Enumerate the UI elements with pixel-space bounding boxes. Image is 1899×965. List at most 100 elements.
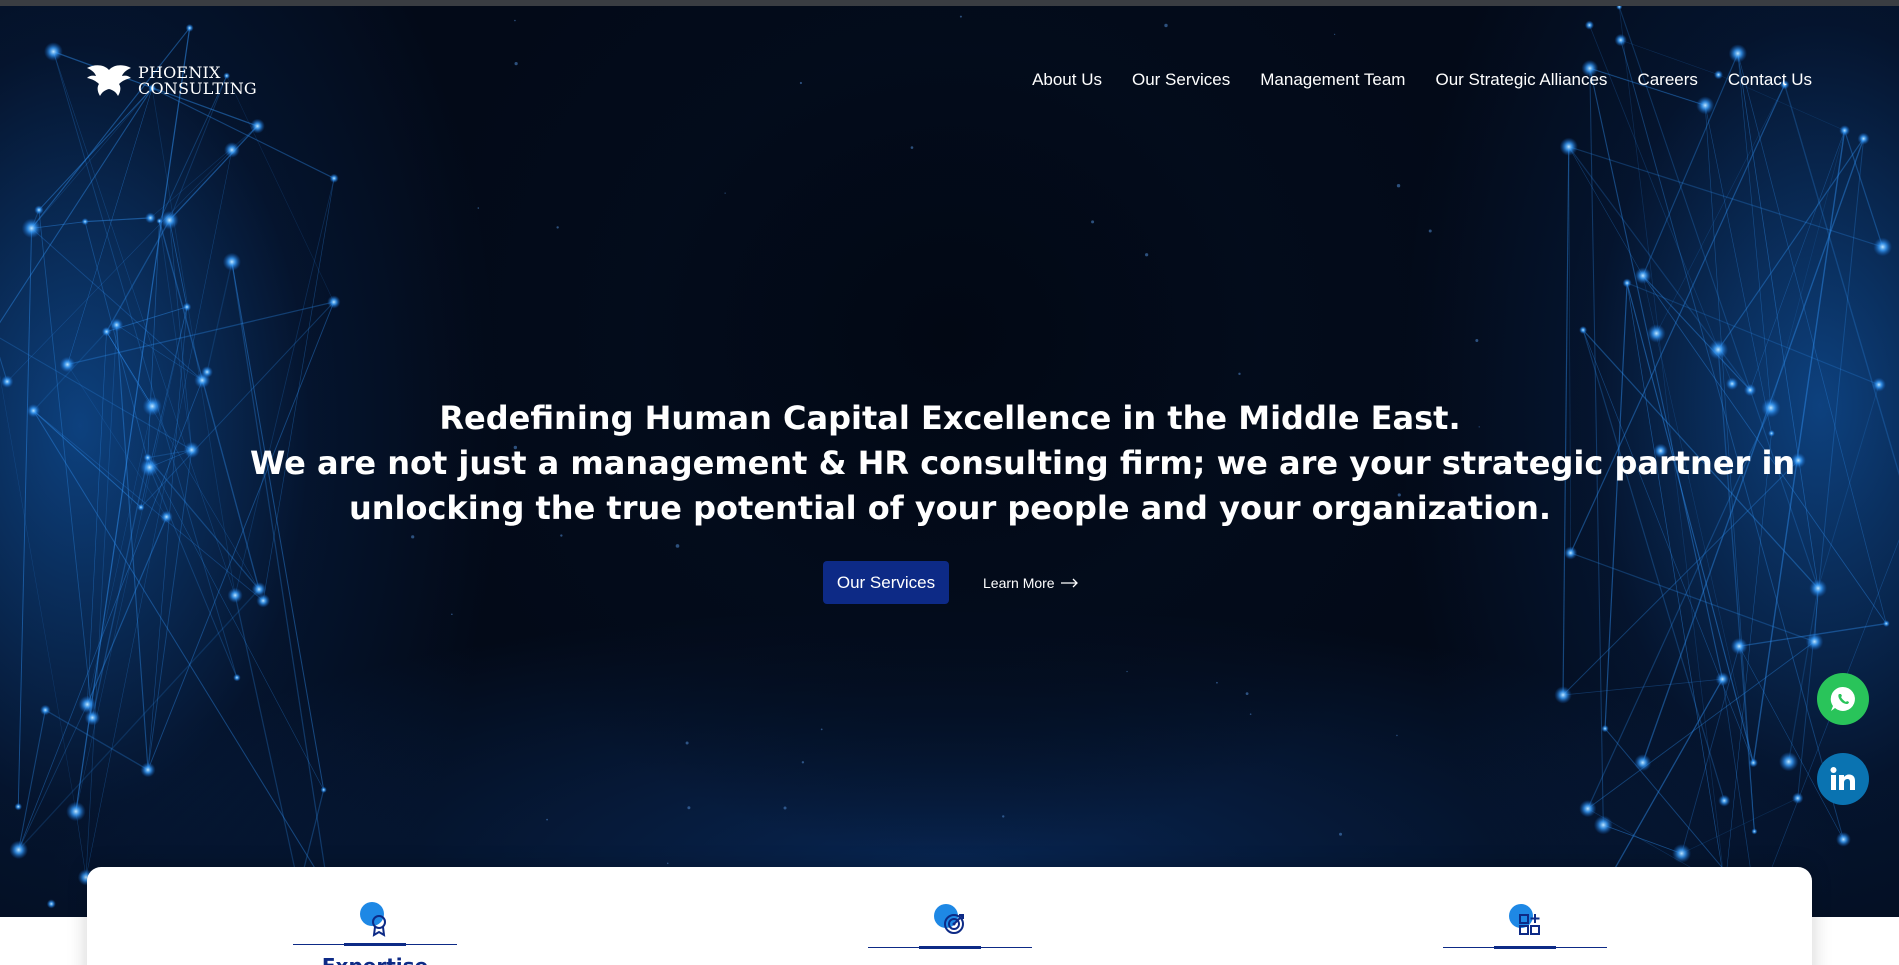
network-node xyxy=(1647,324,1666,343)
network-line xyxy=(1788,588,1819,762)
network-node xyxy=(233,673,241,682)
network-line xyxy=(206,261,233,373)
network-line xyxy=(33,410,142,508)
network-line xyxy=(234,178,335,596)
network-node xyxy=(1792,792,1804,804)
star-dot xyxy=(1126,670,1128,673)
brand-name: PHOENIX CONSULTING xyxy=(138,65,257,97)
network-node xyxy=(1718,794,1731,807)
whatsapp-button[interactable] xyxy=(1817,673,1869,725)
star-dot xyxy=(1249,713,1252,715)
nav-item-our-services[interactable]: Our Services xyxy=(1132,70,1230,90)
whatsapp-icon xyxy=(1830,686,1855,711)
network-node xyxy=(160,510,173,524)
star-dot xyxy=(1238,372,1241,376)
network-node xyxy=(1751,828,1758,835)
network-line xyxy=(87,331,107,705)
network-line xyxy=(1717,138,1865,350)
network-node xyxy=(1730,637,1748,655)
network-line xyxy=(1749,130,1845,391)
network-line xyxy=(85,149,233,878)
star-dot xyxy=(1091,220,1095,224)
nav-item-about-us[interactable]: About Us xyxy=(1032,70,1102,90)
nav-item-strategic-alliances[interactable]: Our Strategic Alliances xyxy=(1435,70,1607,90)
star-dot xyxy=(546,818,548,821)
our-services-button[interactable]: Our Services xyxy=(823,561,949,604)
star-dot xyxy=(1428,229,1432,233)
network-line xyxy=(231,261,329,890)
network-node xyxy=(201,366,213,378)
star-dot xyxy=(560,534,563,537)
learn-more-link[interactable]: Learn More xyxy=(983,575,1079,591)
network-line xyxy=(6,149,233,382)
network-node xyxy=(44,42,63,62)
star-dot xyxy=(514,19,516,22)
network-node xyxy=(46,899,56,909)
network-line xyxy=(75,811,87,878)
star-dot xyxy=(724,192,726,194)
network-node xyxy=(1564,546,1578,560)
network-node xyxy=(250,118,265,134)
nav-item-management-team[interactable]: Management Team xyxy=(1260,70,1405,90)
network-node xyxy=(143,453,153,462)
arrow-right-icon xyxy=(1060,578,1078,587)
network-line xyxy=(31,227,203,381)
logo[interactable]: PHOENIX CONSULTING xyxy=(86,62,257,100)
network-node xyxy=(66,801,86,822)
network-node xyxy=(137,503,145,512)
network-node xyxy=(21,218,42,239)
network-line xyxy=(147,301,335,770)
star-dot xyxy=(514,62,518,66)
network-node xyxy=(224,142,240,158)
network-line xyxy=(18,709,46,850)
network-node xyxy=(185,23,194,32)
network-line xyxy=(150,125,258,219)
star-dot xyxy=(799,81,803,85)
network-node xyxy=(1767,429,1775,437)
nav-item-contact-us[interactable]: Contact Us xyxy=(1728,70,1812,90)
network-line xyxy=(75,27,191,812)
network-line xyxy=(87,406,153,705)
network-node xyxy=(1805,632,1824,651)
network-node xyxy=(1778,751,1799,772)
network-node xyxy=(1725,377,1739,391)
network-node xyxy=(1882,620,1890,628)
hero-actions: Our Services Learn More xyxy=(823,561,1079,604)
hero-line-1: Redefining Human Capital Excellence in t… xyxy=(439,399,1461,437)
network-node xyxy=(227,587,243,603)
star-dot xyxy=(411,535,415,539)
features-card: Expertise xyxy=(87,867,1812,965)
network-node xyxy=(1672,843,1692,863)
linkedin-icon xyxy=(1830,767,1855,790)
network-node xyxy=(144,212,156,224)
apps-grid-plus-icon xyxy=(1509,904,1540,935)
network-line xyxy=(159,220,193,450)
network-line xyxy=(1603,824,1682,854)
network-line xyxy=(1642,275,1754,763)
learn-more-label: Learn More xyxy=(983,574,1055,591)
feature-title: Expertise xyxy=(293,954,457,965)
network-node xyxy=(0,375,14,388)
network-line xyxy=(149,467,238,678)
network-line xyxy=(17,228,33,807)
network-line xyxy=(1844,130,1884,248)
hero-line-2: We are not just a management & HR consul… xyxy=(250,444,1796,482)
star-dot xyxy=(783,806,787,810)
network-line xyxy=(38,87,153,211)
nav-item-careers[interactable]: Careers xyxy=(1637,70,1697,90)
network-node xyxy=(101,326,112,337)
network-node xyxy=(1584,20,1595,30)
linkedin-button[interactable] xyxy=(1817,753,1869,805)
network-node xyxy=(327,295,341,309)
star-dot xyxy=(1475,339,1479,343)
network-line xyxy=(1626,282,1726,888)
network-line xyxy=(0,87,153,324)
star-dot xyxy=(451,613,453,616)
network-node xyxy=(1761,398,1781,418)
star-dot xyxy=(820,728,823,731)
star-dot xyxy=(801,761,805,764)
feature-divider-accent xyxy=(1494,946,1556,949)
network-node xyxy=(14,802,23,811)
hero-line-3: unlocking the true potential of your peo… xyxy=(348,489,1552,527)
network-node xyxy=(1634,267,1652,285)
